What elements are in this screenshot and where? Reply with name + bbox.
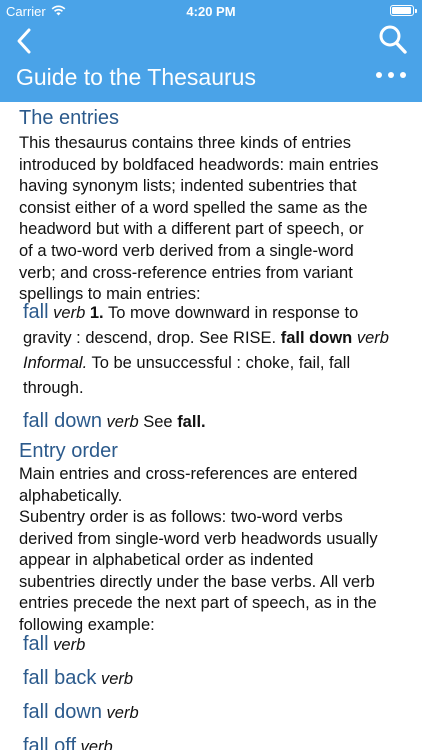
- paragraph-line: headword but with a different part of sp…: [19, 220, 364, 239]
- sub-headword: fall down: [280, 329, 353, 347]
- entry-line: through.: [23, 376, 415, 401]
- order-example-fall-back: fall back verb: [23, 666, 415, 692]
- paragraph-line: having synonym lists; indented subentrie…: [19, 177, 357, 196]
- guide-content[interactable]: The entries This thesaurus contains thre…: [0, 102, 422, 750]
- part-of-speech: verb: [356, 329, 389, 347]
- see-label: See: [143, 413, 173, 431]
- paragraph-line: entries precede the next part of speech,…: [19, 594, 377, 613]
- headword: fall down: [23, 410, 102, 432]
- more-icon: [376, 72, 382, 78]
- paragraph-line: Main entries and cross-references are en…: [19, 465, 358, 483]
- paragraph-line: alphabetically.: [19, 486, 123, 505]
- headword: fall down: [23, 701, 102, 723]
- paragraph-line: Subentry order is as follows: two-word v…: [19, 508, 343, 526]
- status-bar: Carrier 4:20 PM: [0, 0, 422, 22]
- part-of-speech: verb: [106, 413, 139, 431]
- headword: fall off: [23, 735, 76, 750]
- part-of-speech: verb: [53, 304, 86, 322]
- definition-text: To move downward in response to: [107, 304, 359, 322]
- status-time: 4:20 PM: [186, 4, 236, 19]
- paragraph-line: subentries directly under the base verbs…: [19, 572, 375, 591]
- sense-number: 1.: [89, 304, 104, 322]
- order-example-fall-off: fall off verb: [23, 734, 415, 750]
- xref-target[interactable]: fall.: [177, 413, 205, 431]
- chevron-left-icon: [17, 28, 31, 54]
- paragraph-line: appear in alphabetical order as indented: [19, 551, 314, 570]
- app-header: Carrier 4:20 PM Guide to the Thesaurus: [0, 0, 422, 102]
- part-of-speech: verb: [80, 738, 113, 750]
- headword: fall back: [23, 667, 97, 689]
- order-example-fall-down: fall down verb: [23, 700, 415, 726]
- section-heading-entry-order: Entry order: [19, 440, 118, 462]
- headword: fall: [23, 633, 49, 655]
- order-paragraph-2: Subentry order is as follows: two-word v…: [19, 507, 414, 637]
- more-button[interactable]: [376, 70, 406, 80]
- order-example-fall: fall verb: [23, 632, 415, 658]
- paragraph-line: consist either of a word spelled the sam…: [19, 198, 368, 217]
- back-button[interactable]: [10, 26, 40, 56]
- battery-icon: [390, 5, 417, 16]
- paragraph-line: derived from single-word verb headwords …: [19, 529, 378, 548]
- entry-line: Informal. To be unsuccessful : choke, fa…: [23, 351, 415, 376]
- search-button[interactable]: [378, 24, 408, 56]
- part-of-speech: verb: [100, 670, 134, 688]
- order-paragraph-1: Main entries and cross-references are en…: [19, 464, 414, 507]
- entries-paragraph: This thesaurus contains three kinds of e…: [19, 133, 414, 306]
- usage-label: Informal.: [23, 354, 88, 372]
- headword: fall: [23, 301, 49, 323]
- section-heading-entries: The entries: [19, 107, 120, 129]
- definition-text: gravity : descend, drop. See RISE.: [23, 329, 277, 347]
- definition-text: through.: [23, 379, 84, 397]
- part-of-speech: verb: [106, 704, 139, 722]
- entry-line: gravity : descend, drop. See RISE. fall …: [23, 326, 415, 351]
- xref-entry-fall-down: fall down verb See fall.: [23, 409, 415, 435]
- navigation-bar: Guide to the Thesaurus: [0, 22, 422, 102]
- example-entry-fall: fall verb 1. To move downward in respons…: [23, 300, 415, 401]
- paragraph-line: introduced by boldfaced headwords: main …: [19, 155, 379, 174]
- page-title: Guide to the Thesaurus: [16, 64, 256, 90]
- search-icon: [379, 25, 407, 54]
- definition-text: To be unsuccessful : choke, fail, fall: [91, 354, 351, 372]
- paragraph-line: verb; and cross-reference entries from v…: [19, 263, 353, 282]
- paragraph-line: This thesaurus contains three kinds of e…: [19, 134, 352, 152]
- paragraph-line: of a two-word verb derived from a single…: [19, 241, 354, 260]
- entry-line: fall verb 1. To move downward in respons…: [23, 300, 415, 326]
- part-of-speech: verb: [53, 636, 86, 654]
